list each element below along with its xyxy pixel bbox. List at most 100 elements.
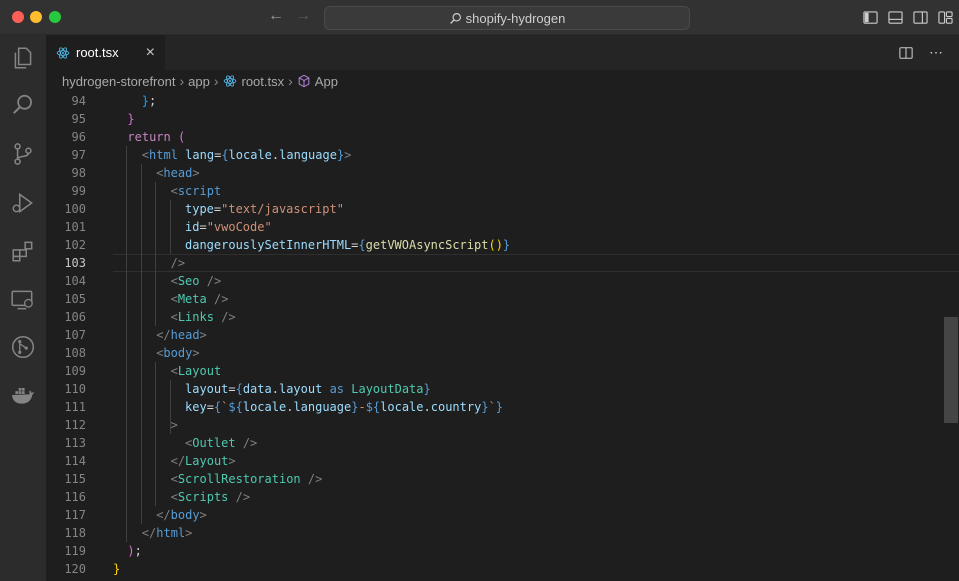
code-line[interactable]: 119); (46, 542, 959, 560)
indent-guide (169, 200, 171, 254)
code-text: } (113, 562, 121, 576)
run-and-debug-icon[interactable] (10, 190, 36, 216)
line-number: 106 (64, 310, 86, 324)
code-text: <Layout (170, 364, 222, 378)
chevron-right-icon: › (213, 73, 219, 89)
indent-guide (169, 380, 171, 434)
code-line[interactable]: 97 <html lang={locale.language}> (46, 146, 959, 164)
indent-guide (126, 146, 128, 542)
git-graph-icon[interactable] (10, 334, 36, 360)
line-number: 98 (71, 166, 86, 180)
code-line[interactable]: 111 key={`${locale.language}-${locale.cou… (46, 398, 959, 416)
current-line-highlight (113, 254, 959, 272)
go-back-arrow-icon[interactable]: ← (268, 7, 284, 25)
code-text: </html> (141, 526, 193, 540)
minimize-window-button[interactable] (30, 11, 42, 23)
code-line[interactable]: 103 /> (46, 254, 959, 272)
code-line[interactable]: 117 </body> (46, 506, 959, 524)
code-line[interactable]: 101 id="vwoCode" (46, 218, 959, 236)
code-text: </Layout> (170, 454, 236, 468)
tab-root-tsx[interactable]: root.tsx × (46, 35, 165, 70)
search-icon[interactable] (10, 92, 36, 118)
close-window-button[interactable] (12, 11, 24, 23)
split-editor-icon[interactable] (899, 46, 913, 60)
code-line[interactable]: 120} (46, 560, 959, 578)
line-number: 110 (64, 382, 86, 396)
line-number: 113 (64, 436, 86, 450)
code-text: </body> (156, 508, 207, 522)
breadcrumb-item-folder-app[interactable]: app (188, 74, 210, 89)
breadcrumb-item-symbol[interactable]: App (297, 74, 338, 89)
code-line[interactable]: 94}; (46, 92, 959, 110)
code-line[interactable]: 102 dangerouslySetInnerHTML={getVWOAsyncS… (46, 236, 959, 254)
explorer-icon[interactable] (10, 45, 36, 71)
line-number: 108 (64, 346, 86, 360)
code-text: type="text/javascript" (185, 202, 344, 216)
line-number: 99 (71, 184, 86, 198)
line-number: 100 (64, 202, 86, 216)
code-line[interactable]: 104 <Seo /> (46, 272, 959, 290)
code-text: return ( (127, 130, 186, 144)
toggle-secondary-sidebar-icon[interactable] (913, 10, 928, 25)
indent-guide (140, 164, 142, 524)
chevron-right-icon: › (288, 73, 293, 89)
code-line[interactable]: 110 layout={data.layout as LayoutData} (46, 380, 959, 398)
customize-layout-icon[interactable] (938, 10, 953, 25)
code-line[interactable]: 118 </html> (46, 524, 959, 542)
code-text: <head> (156, 166, 200, 180)
code-line[interactable]: 109 <Layout (46, 362, 959, 380)
line-number: 120 (64, 562, 86, 576)
line-number: 105 (64, 292, 86, 306)
zoom-window-button[interactable] (49, 11, 61, 23)
code-text: } (127, 112, 135, 126)
line-number: 94 (71, 94, 86, 108)
code-text: <Scripts /> (170, 490, 251, 504)
code-line[interactable]: 114 </Layout> (46, 452, 959, 470)
code-text: <Outlet /> (185, 436, 258, 450)
search-label: shopify-hydrogen (465, 10, 566, 26)
code-line[interactable]: 112 > (46, 416, 959, 434)
code-text: layout={data.layout as LayoutData} (185, 382, 431, 396)
code-line[interactable]: 98 <head> (46, 164, 959, 182)
line-number: 97 (71, 148, 86, 162)
code-line[interactable]: 115 <ScrollRestoration /> (46, 470, 959, 488)
code-text: <body> (156, 346, 200, 360)
line-number: 102 (64, 238, 86, 252)
code-line[interactable]: 106 <Links /> (46, 308, 959, 326)
code-line[interactable]: 116 <Scripts /> (46, 488, 959, 506)
breadcrumb-item-folder-root[interactable]: hydrogen-storefront (62, 74, 175, 89)
code-line[interactable]: 105 <Meta /> (46, 290, 959, 308)
code-line[interactable]: 99 <script (46, 182, 959, 200)
code-editor[interactable]: 94}; 95} 96 return (97 <html lang={locale.la… (46, 92, 959, 581)
command-center-search[interactable]: shopify-hydrogen (324, 6, 690, 30)
code-line[interactable]: 108 <body> (46, 344, 959, 362)
docker-icon[interactable] (10, 382, 36, 408)
code-line[interactable]: 113 <Outlet /> (46, 434, 959, 452)
line-number: 95 (71, 112, 86, 126)
toggle-primary-sidebar-icon[interactable] (863, 10, 878, 25)
toggle-panel-icon[interactable] (888, 10, 903, 25)
breadcrumb-item-file[interactable]: root.tsx (223, 73, 285, 89)
code-line[interactable]: 107 </head> (46, 326, 959, 344)
close-tab-icon[interactable]: × (146, 44, 155, 62)
title-bar: ← → shopify-hydrogen (0, 0, 959, 35)
line-number: 116 (64, 490, 86, 504)
code-line[interactable]: 96 return ( (46, 128, 959, 146)
more-actions-icon[interactable]: ⋯ (929, 44, 943, 61)
react-file-icon (223, 75, 236, 87)
line-number: 107 (64, 328, 86, 342)
breadcrumb-file-label: root.tsx (241, 73, 285, 89)
line-number: 118 (64, 526, 86, 540)
remote-explorer-icon[interactable] (10, 287, 36, 313)
line-number: 119 (64, 544, 86, 558)
source-control-icon[interactable] (10, 141, 36, 167)
extensions-icon[interactable] (10, 238, 36, 264)
activity-bar (0, 35, 46, 581)
code-text: <html lang={locale.language}> (141, 148, 352, 162)
go-forward-arrow-icon[interactable]: → (295, 7, 311, 25)
code-line[interactable]: 100 type="text/javascript" (46, 200, 959, 218)
code-text: <ScrollRestoration /> (170, 472, 323, 486)
code-line[interactable]: 95} (46, 110, 959, 128)
line-number: 96 (71, 130, 86, 144)
code-text: <Meta /> (170, 292, 229, 306)
